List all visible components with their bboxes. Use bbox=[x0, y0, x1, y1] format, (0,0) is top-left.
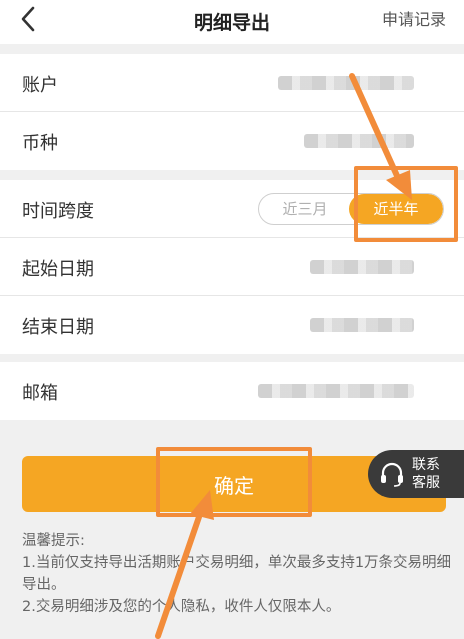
arrow-line-bottom bbox=[155, 511, 203, 639]
arrow-head-bottom bbox=[190, 490, 214, 520]
annotation-arrows bbox=[155, 73, 412, 639]
arrow-line-top bbox=[349, 73, 401, 181]
